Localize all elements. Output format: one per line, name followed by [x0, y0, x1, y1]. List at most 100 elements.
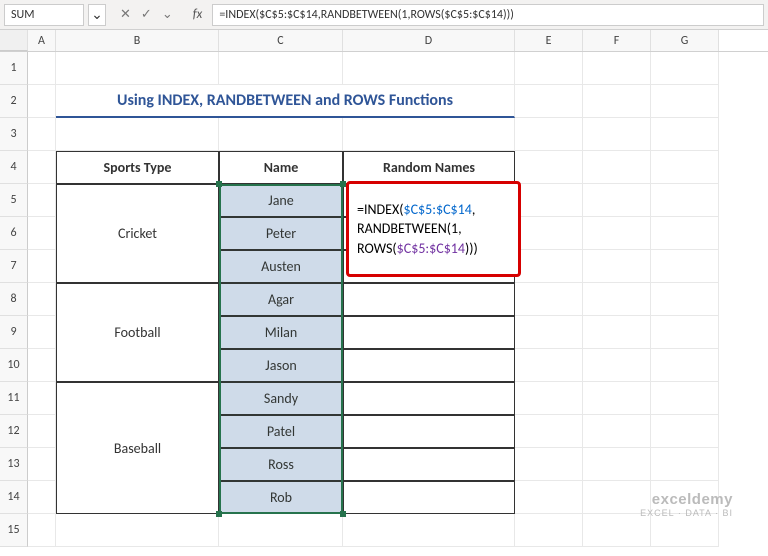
cell[interactable] — [651, 415, 719, 448]
cell[interactable] — [343, 316, 515, 349]
cell[interactable] — [651, 52, 719, 85]
cell[interactable] — [583, 250, 651, 283]
row-header[interactable]: 9 — [0, 316, 28, 349]
cell[interactable] — [583, 118, 651, 151]
formula-bar-input[interactable]: =INDEX($C$5:$C$14,RANDBETWEEN(1,ROWS($C$… — [212, 4, 764, 26]
col-header-b[interactable]: B — [56, 30, 219, 51]
cell[interactable] — [651, 448, 719, 481]
row-header[interactable]: 10 — [0, 349, 28, 382]
cell[interactable] — [515, 349, 583, 382]
name-box-dropdown[interactable]: ⌄ — [88, 4, 106, 26]
cell[interactable] — [343, 382, 515, 415]
cell[interactable] — [583, 316, 651, 349]
cell[interactable] — [515, 85, 583, 118]
cell[interactable] — [515, 52, 583, 85]
cell[interactable] — [343, 118, 515, 151]
selection-handle[interactable] — [216, 181, 222, 187]
cell[interactable] — [28, 151, 56, 184]
cell[interactable] — [651, 217, 719, 250]
col-header-a[interactable]: A — [28, 30, 56, 51]
row-header[interactable]: 3 — [0, 118, 28, 151]
name-box[interactable]: SUM — [4, 4, 84, 26]
cell[interactable] — [515, 118, 583, 151]
row-header[interactable]: 14 — [0, 481, 28, 514]
cell[interactable] — [651, 118, 719, 151]
cell[interactable] — [28, 217, 56, 250]
row-header[interactable]: 11 — [0, 382, 28, 415]
row-header[interactable]: 15 — [0, 514, 28, 547]
cell[interactable] — [651, 184, 719, 217]
col-header-e[interactable]: E — [515, 30, 583, 51]
cell[interactable] — [56, 52, 219, 85]
cell[interactable] — [343, 415, 515, 448]
select-all-corner[interactable] — [0, 30, 28, 51]
cell[interactable] — [515, 316, 583, 349]
cell[interactable] — [28, 184, 56, 217]
cell[interactable] — [583, 283, 651, 316]
col-header-f[interactable]: F — [583, 30, 651, 51]
cell[interactable] — [28, 316, 56, 349]
chevron-down-icon[interactable]: ⌄ — [162, 7, 173, 22]
col-header-g[interactable]: G — [651, 30, 719, 51]
cell[interactable] — [515, 415, 583, 448]
cell[interactable] — [515, 283, 583, 316]
row-header[interactable]: 1 — [0, 52, 28, 85]
cell[interactable] — [515, 448, 583, 481]
cell[interactable] — [583, 151, 651, 184]
cell[interactable] — [56, 514, 219, 547]
cell[interactable] — [219, 118, 343, 151]
cell[interactable] — [28, 514, 56, 547]
row-header[interactable]: 13 — [0, 448, 28, 481]
cell[interactable] — [515, 481, 583, 514]
cell[interactable] — [583, 415, 651, 448]
cell[interactable] — [583, 184, 651, 217]
selection-handle[interactable] — [340, 511, 346, 517]
cell[interactable] — [651, 349, 719, 382]
cell[interactable] — [343, 349, 515, 382]
col-header-c[interactable]: C — [219, 30, 343, 51]
row-header[interactable]: 8 — [0, 283, 28, 316]
cell[interactable] — [583, 448, 651, 481]
cell[interactable] — [651, 382, 719, 415]
row-header[interactable]: 5 — [0, 184, 28, 217]
cell[interactable] — [651, 283, 719, 316]
cell[interactable] — [651, 514, 719, 547]
row-header[interactable]: 12 — [0, 415, 28, 448]
cell[interactable] — [651, 250, 719, 283]
cell[interactable] — [28, 85, 56, 118]
cell[interactable] — [515, 217, 583, 250]
cell[interactable] — [28, 415, 56, 448]
cell[interactable] — [583, 349, 651, 382]
enter-icon[interactable]: ✓ — [141, 7, 152, 22]
cell[interactable] — [219, 514, 343, 547]
cell[interactable] — [583, 85, 651, 118]
cell[interactable] — [28, 283, 56, 316]
cell[interactable] — [583, 217, 651, 250]
cell[interactable] — [343, 481, 515, 514]
fx-icon[interactable]: fx — [187, 7, 209, 22]
cancel-icon[interactable]: ✕ — [120, 7, 131, 22]
cell[interactable] — [515, 151, 583, 184]
spreadsheet-grid[interactable]: 1 2 Using INDEX, RANDBETWEEN and ROWS Fu… — [0, 52, 768, 547]
cell[interactable] — [343, 283, 515, 316]
cell[interactable] — [219, 52, 343, 85]
cell[interactable] — [28, 349, 56, 382]
cell[interactable] — [28, 52, 56, 85]
row-header[interactable]: 4 — [0, 151, 28, 184]
row-header[interactable]: 2 — [0, 85, 28, 118]
cell[interactable] — [583, 52, 651, 85]
cell[interactable] — [343, 448, 515, 481]
cell[interactable] — [651, 151, 719, 184]
selection-handle[interactable] — [216, 511, 222, 517]
cell[interactable] — [28, 250, 56, 283]
cell[interactable] — [583, 514, 651, 547]
cell[interactable] — [583, 382, 651, 415]
cell[interactable] — [56, 118, 219, 151]
cell[interactable] — [515, 184, 583, 217]
cell[interactable] — [343, 514, 515, 547]
cell[interactable] — [515, 250, 583, 283]
cell[interactable] — [343, 52, 515, 85]
cell[interactable] — [28, 448, 56, 481]
cell[interactable] — [28, 382, 56, 415]
cell[interactable] — [515, 514, 583, 547]
